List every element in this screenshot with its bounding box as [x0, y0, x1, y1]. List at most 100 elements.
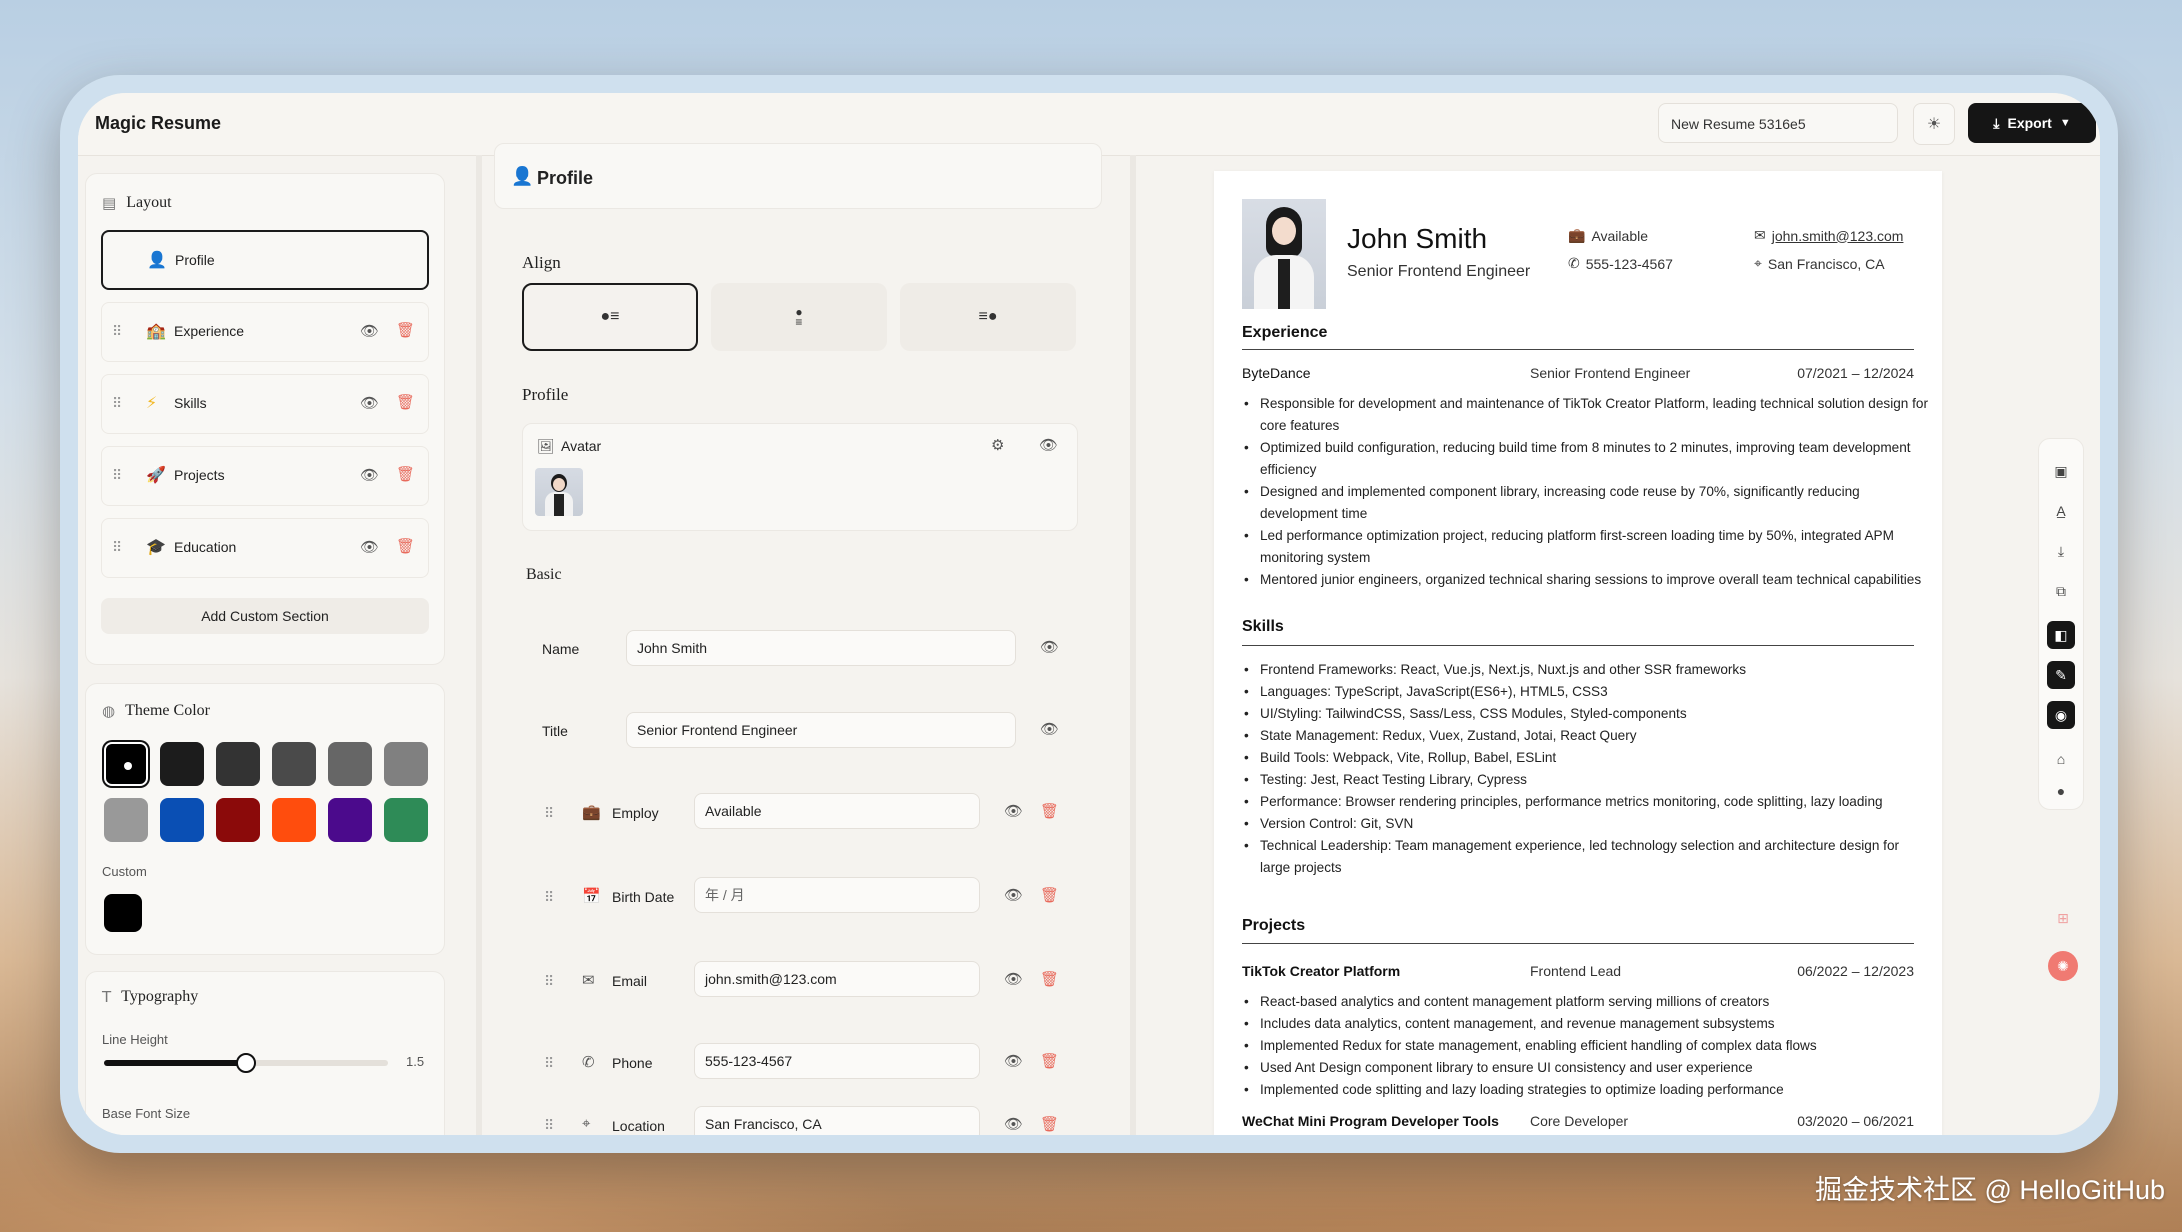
trash-icon[interactable]: 🗑	[396, 537, 415, 555]
download-button[interactable]: ⤓	[2047, 537, 2075, 565]
grid-plus-icon: ⊞	[2057, 909, 2069, 926]
eye-icon[interactable]: 👁	[1004, 886, 1023, 904]
drag-handle-icon[interactable]: ⠿	[544, 973, 554, 990]
eye-icon[interactable]: 👁	[1004, 970, 1023, 988]
panel-toggle-button[interactable]: ◧	[2047, 621, 2075, 649]
resume-phone: ✆ 555-123-4567	[1568, 255, 1673, 272]
color-swatch[interactable]	[384, 798, 428, 842]
project-name: WeChat Mini Program Developer Tools	[1242, 1113, 1499, 1129]
align-right-button[interactable]: ≡●	[900, 283, 1076, 351]
drag-handle-icon[interactable]: ⠿	[112, 323, 122, 340]
drag-handle-icon[interactable]: ⠿	[112, 539, 122, 556]
drag-handle-icon[interactable]: ⠿	[112, 467, 122, 484]
color-swatch[interactable]	[104, 742, 148, 786]
color-swatch[interactable]	[160, 742, 204, 786]
drag-handle-icon[interactable]: ⠿	[544, 889, 554, 906]
section-item-experience[interactable]: ⠿ 🏫 Experience 👁 🗑	[101, 302, 429, 362]
drag-handle-icon[interactable]: ⠿	[112, 395, 122, 412]
trash-icon[interactable]: 🗑	[1040, 970, 1059, 988]
email-input[interactable]: john.smith@123.com	[694, 961, 980, 997]
eye-icon[interactable]: 👁	[1004, 802, 1023, 820]
phone-input[interactable]: 555-123-4567	[694, 1043, 980, 1079]
align-left-button[interactable]: ●≡	[522, 283, 698, 351]
section-item-projects[interactable]: ⠿ 🚀 Projects 👁 🗑	[101, 446, 429, 506]
title-input[interactable]: Senior Frontend Engineer	[626, 712, 1016, 748]
eye-icon[interactable]: 👁	[1004, 1052, 1023, 1070]
copy-button[interactable]: ⧉	[2047, 577, 2075, 605]
color-swatch[interactable]	[160, 798, 204, 842]
resume-employ-text: Available	[1591, 227, 1648, 244]
watermark: 掘金技术社区 @ HelloGitHub	[1815, 1175, 2165, 1205]
section-item-education[interactable]: ⠿ 🎓 Education 👁 🗑	[101, 518, 429, 578]
location-label: Location	[612, 1118, 665, 1134]
trash-icon[interactable]: 🗑	[396, 321, 415, 339]
color-swatch[interactable]	[272, 798, 316, 842]
line-height-slider[interactable]	[104, 1053, 388, 1073]
list-item: Technical Leadership: Team management ex…	[1244, 835, 1932, 879]
section-item-skills[interactable]: ⠿ ⚡ Skills 👁 🗑	[101, 374, 429, 434]
list-item: Build Tools: Webpack, Vite, Rollup, Babe…	[1244, 747, 1932, 769]
trash-icon[interactable]: 🗑	[396, 465, 415, 483]
trash-icon[interactable]: 🗑	[1040, 802, 1059, 820]
panel-divider-right[interactable]	[1130, 155, 1136, 1135]
panel-divider-left[interactable]	[476, 155, 482, 1135]
color-swatch[interactable]	[328, 798, 372, 842]
align-center-button[interactable]: ● ≡	[711, 283, 887, 351]
edit-button[interactable]: ✎	[2047, 661, 2075, 689]
app-title: Magic Resume	[95, 113, 222, 133]
line-height-thumb[interactable]	[236, 1053, 256, 1073]
home-button[interactable]: ⌂	[2047, 745, 2075, 773]
trash-icon[interactable]: 🗑	[1040, 1052, 1059, 1070]
color-swatch[interactable]	[216, 798, 260, 842]
eye-icon[interactable]: 👁	[1040, 720, 1059, 738]
avatar-thumbnail[interactable]	[535, 468, 583, 516]
download-icon: ⤓	[1993, 114, 2000, 131]
resume-preview: John Smith Senior Frontend Engineer 💼 Ava…	[1214, 171, 1942, 1135]
section-item-profile[interactable]: 👤 Profile	[101, 230, 429, 290]
project-name: TikTok Creator Platform	[1242, 963, 1401, 979]
theme-color-panel: ◍ Theme Color Custom	[85, 683, 445, 955]
theme-color-title-text: Theme Color	[125, 702, 210, 719]
trash-icon[interactable]: 🗑	[1040, 886, 1059, 904]
font-button[interactable]: A̲	[2047, 497, 2075, 525]
color-swatch[interactable]	[272, 742, 316, 786]
app-window: Magic Resume New Resume 5316e5 ☀ ⤓ Expor…	[78, 93, 2100, 1135]
eye-icon[interactable]: 👁	[360, 322, 379, 340]
list-item: Implemented Redux for state management, …	[1244, 1035, 1932, 1057]
preview-button[interactable]: ◉	[2047, 701, 2075, 729]
birth-date-input[interactable]: 年 / 月	[694, 877, 980, 913]
trash-icon[interactable]: 🗑	[1040, 1115, 1059, 1133]
trash-icon[interactable]: 🗑	[396, 393, 415, 411]
employ-input[interactable]: Available	[694, 793, 980, 829]
eye-icon[interactable]: 👁	[1004, 1115, 1023, 1133]
color-swatch[interactable]	[328, 742, 372, 786]
eye-icon[interactable]: 👁	[1040, 638, 1059, 656]
list-item: Languages: TypeScript, JavaScript(ES6+),…	[1244, 681, 1932, 703]
drag-handle-icon[interactable]: ⠿	[544, 1055, 554, 1072]
drag-handle-icon[interactable]: ⠿	[544, 1117, 554, 1134]
assistant-button[interactable]: ⊞	[2048, 903, 2078, 933]
ai-button[interactable]: ✺	[2048, 951, 2078, 981]
skills-bullets: Frontend Frameworks: React, Vue.js, Next…	[1242, 659, 1932, 879]
resume-name-field[interactable]: New Resume 5316e5	[1658, 103, 1898, 143]
resume-email[interactable]: ✉ john.smith@123.com	[1754, 227, 1903, 244]
eye-icon[interactable]: 👁	[360, 538, 379, 556]
custom-color-picker[interactable]	[104, 894, 142, 932]
eye-icon[interactable]: 👁	[1039, 436, 1058, 454]
name-input[interactable]: John Smith	[626, 630, 1016, 666]
color-swatch[interactable]	[384, 742, 428, 786]
resume-email-link[interactable]: john.smith@123.com	[1772, 228, 1904, 244]
color-swatch[interactable]	[104, 798, 148, 842]
add-custom-section-button[interactable]: Add Custom Section	[101, 598, 429, 634]
layout-toggle-button[interactable]: ▣	[2047, 457, 2075, 485]
color-swatch[interactable]	[216, 742, 260, 786]
eye-icon[interactable]: 👁	[360, 466, 379, 484]
drag-handle-icon[interactable]: ⠿	[544, 805, 554, 822]
editor-header-title: Profile	[537, 168, 594, 188]
location-input[interactable]: San Francisco, CA	[694, 1106, 980, 1135]
github-button[interactable]: ●	[2047, 777, 2075, 805]
eye-icon[interactable]: 👁	[360, 394, 379, 412]
settings-sliders-icon[interactable]: ⚙	[991, 436, 1004, 454]
export-button[interactable]: ⤓ Export ▼	[1968, 103, 2096, 143]
theme-toggle-button[interactable]: ☀	[1913, 103, 1955, 145]
